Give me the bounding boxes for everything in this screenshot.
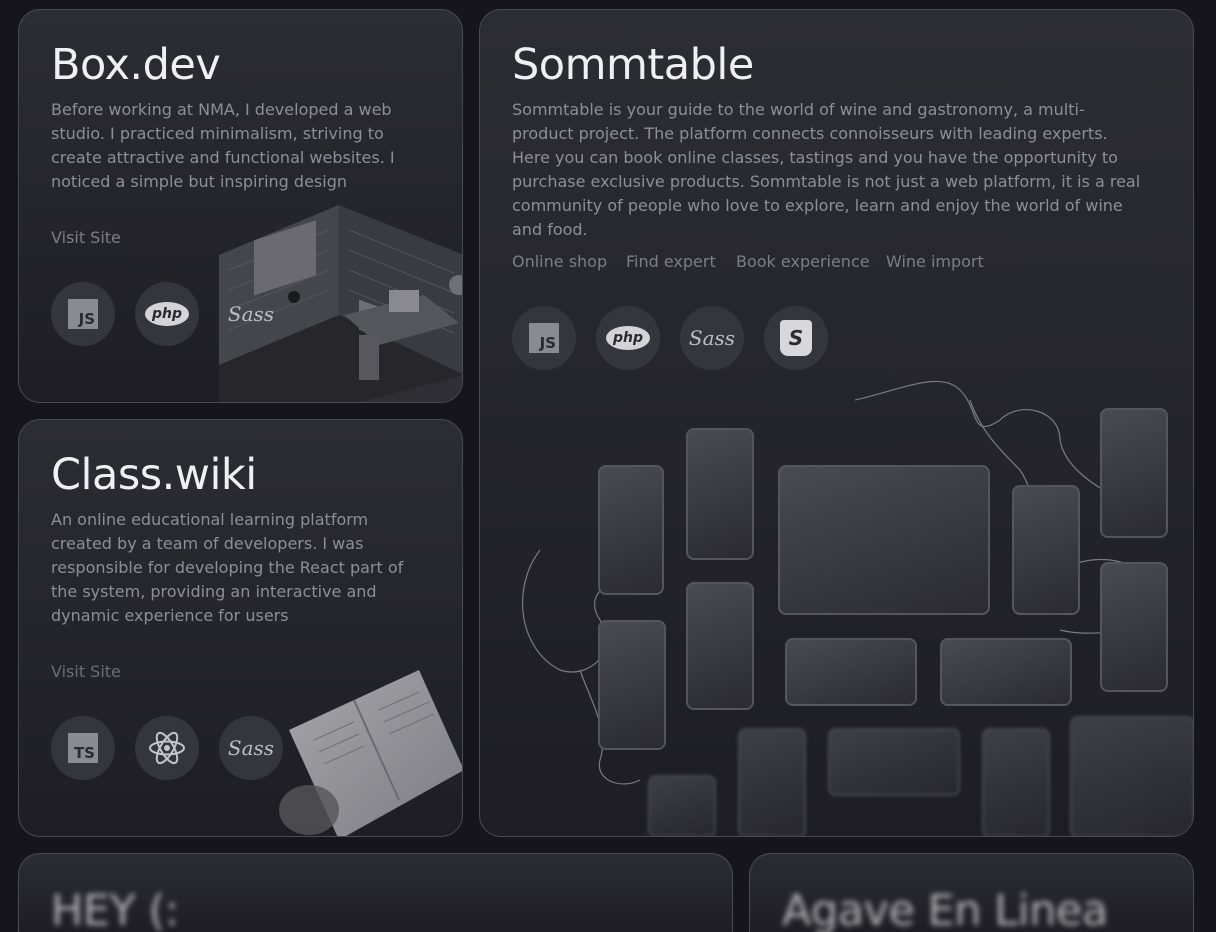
project-card-classwiki: Class.wiki An online educational learnin… <box>18 419 463 837</box>
javascript-icon: JS <box>68 299 98 329</box>
visit-site-link[interactable]: Visit Site <box>51 228 121 247</box>
project-title: HEY (: <box>51 886 179 932</box>
react-icon <box>149 731 185 765</box>
book-illustration <box>279 670 462 836</box>
collage-photo <box>778 465 990 615</box>
sass-icon: Sass <box>688 326 736 350</box>
collage-photo <box>686 582 754 710</box>
sass-icon: Sass <box>227 302 275 326</box>
collage-photo <box>940 638 1072 706</box>
typescript-icon: TS <box>68 733 98 763</box>
tech-badge-javascript: JS <box>51 282 115 346</box>
tech-badge-php: php <box>135 282 199 346</box>
project-description: Before working at NMA, I developed a web… <box>51 100 395 191</box>
visit-site-link[interactable]: Visit Site <box>51 662 121 681</box>
collage-photo <box>1100 408 1168 538</box>
collage-photo <box>982 728 1050 836</box>
collage-photo <box>1012 485 1080 615</box>
collage-photo <box>1070 716 1193 836</box>
link-book-experience[interactable]: Book experience <box>736 252 870 271</box>
collage-photo <box>785 638 917 706</box>
tech-badge-sass: Sass <box>219 282 283 346</box>
collage-photo <box>828 728 960 796</box>
link-wine-import[interactable]: Wine import <box>886 252 984 271</box>
link-find-expert[interactable]: Find expert <box>626 252 716 271</box>
collage-photo <box>598 465 664 595</box>
javascript-icon: JS <box>529 323 559 353</box>
project-description: Sommtable is your guide to the world of … <box>512 100 1141 239</box>
collage-photo <box>1100 562 1168 692</box>
tech-badge-sass: Sass <box>219 716 283 780</box>
project-card-agave: Agave En Linea <box>749 853 1194 932</box>
collage-photo <box>738 728 806 836</box>
project-card-boxdev: Box.dev Before working at NMA, I develop… <box>18 9 463 403</box>
tech-badge-react <box>135 716 199 780</box>
tech-badge-javascript: JS <box>512 306 576 370</box>
shopify-icon: S <box>780 320 812 356</box>
link-online-shop[interactable]: Online shop <box>512 252 607 271</box>
php-icon: php <box>606 326 650 350</box>
tech-badge-php: php <box>596 306 660 370</box>
tech-badge-sass: Sass <box>680 306 744 370</box>
project-card-sommtable: Sommtable Sommtable is your guide to the… <box>479 9 1194 837</box>
sass-icon: Sass <box>227 736 275 760</box>
tech-badge-typescript: TS <box>51 716 115 780</box>
collage-photo <box>686 428 754 560</box>
collage-photo <box>598 620 666 750</box>
project-title: Box.dev <box>51 40 221 90</box>
project-description: An online educational learning platform … <box>51 510 404 625</box>
project-card-hey: HEY (: <box>18 853 733 932</box>
tech-badge-shopify: S <box>764 306 828 370</box>
project-title: Class.wiki <box>51 450 257 500</box>
collage-photo <box>648 775 716 836</box>
project-title: Sommtable <box>512 40 754 90</box>
project-title: Agave En Linea <box>782 886 1108 932</box>
php-icon: php <box>145 302 189 326</box>
